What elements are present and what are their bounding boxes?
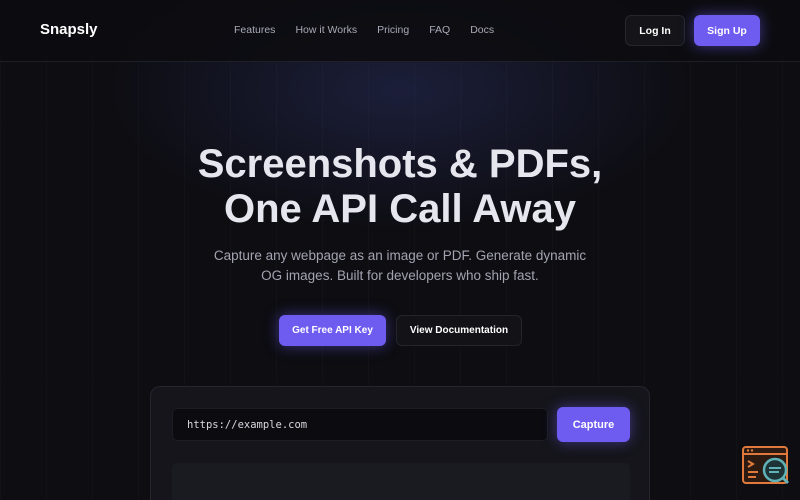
hero-title-line-2: One API Call Away	[224, 187, 576, 231]
get-api-key-button[interactable]: Get Free API Key	[279, 315, 386, 346]
hero-subtitle-line-2: OG images. Built for developers who ship…	[261, 268, 539, 283]
site-header: Snapsly Features How it Works Pricing FA…	[0, 0, 800, 62]
demo-card: Capture	[150, 386, 650, 500]
capture-button[interactable]: Capture	[557, 407, 630, 442]
hero-subtitle-line-1: Capture any webpage as an image or PDF. …	[213, 248, 587, 263]
nav-link-faq[interactable]: FAQ	[429, 24, 450, 36]
login-button[interactable]: Log In	[625, 15, 685, 46]
code-search-icon[interactable]	[742, 446, 790, 486]
logo[interactable]: Snapsly	[40, 21, 98, 38]
nav-link-how-it-works[interactable]: How it Works	[295, 24, 357, 36]
nav-link-pricing[interactable]: Pricing	[377, 24, 409, 36]
hero-title-line-1: Screenshots & PDFs,	[197, 142, 603, 186]
view-documentation-button[interactable]: View Documentation	[396, 315, 522, 346]
code-search-icon-graphic	[742, 446, 790, 485]
signup-button[interactable]: Sign Up	[694, 15, 760, 46]
preview-area	[172, 463, 630, 500]
nav-link-docs[interactable]: Docs	[470, 24, 494, 36]
main-nav: Features How it Works Pricing FAQ Docs	[234, 24, 494, 36]
nav-link-features[interactable]: Features	[234, 24, 275, 36]
hero-title: Screenshots & PDFs, One API Call Away	[0, 142, 800, 232]
url-input[interactable]	[172, 408, 548, 441]
page: Snapsly Features How it Works Pricing FA…	[0, 0, 800, 500]
hero-subtitle: Capture any webpage as an image or PDF. …	[0, 246, 800, 286]
